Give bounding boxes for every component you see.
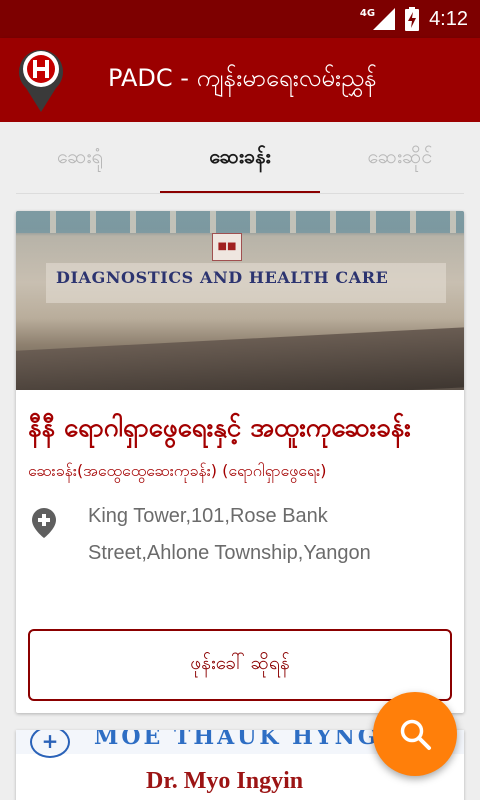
call-button[interactable]: ဖုန်းခေါ် ဆိုရန် bbox=[28, 629, 452, 701]
hospital-pin-logo-icon bbox=[18, 45, 64, 115]
clinic-card[interactable]: ■■ DIAGNOSTICS AND HEALTH CARE နီနီ ရောဂ… bbox=[16, 211, 464, 713]
app-bar: PADC - ကျန်းမာရေးလမ်းညွှန် bbox=[0, 38, 480, 122]
status-bar: 4G 4:12 bbox=[0, 0, 480, 38]
clinic-address-row: King Tower,101,Rose Bank Street,Ahlone T… bbox=[28, 498, 452, 574]
building-windows bbox=[16, 211, 464, 233]
clinic-photo-sign: DIAGNOSTICS AND HEALTH CARE bbox=[56, 268, 389, 287]
clinic-photo: ■■ DIAGNOSTICS AND HEALTH CARE bbox=[16, 211, 464, 390]
category-tabs: ဆေးရုံ ဆေးခန်း ဆေးဆိုင် bbox=[0, 122, 480, 194]
battery-charging-icon bbox=[405, 7, 420, 31]
clinic-category: ဆေးခန်း(အထွေထွေဆေးကုခန်း) (ရောဂါရှာဖွေရေ… bbox=[28, 461, 327, 480]
clinic-photo-banner: MOE THAUK HYNG bbox=[94, 730, 380, 750]
clinic-address: King Tower,101,Rose Bank Street,Ahlone T… bbox=[88, 505, 371, 564]
clock: 4:12 bbox=[429, 7, 468, 30]
clinic-photo-doctor-name: Dr. Myo Ingyin bbox=[146, 768, 304, 794]
search-icon bbox=[400, 719, 431, 750]
network-type-label: 4G bbox=[359, 7, 376, 19]
tab-pharmacy[interactable]: ဆေးဆိုင် bbox=[320, 122, 480, 194]
signal-icon bbox=[373, 8, 396, 30]
tabs-divider bbox=[16, 193, 464, 194]
app-title: PADC - ကျန်းမာရေးလမ်းညွှန် bbox=[108, 64, 377, 92]
clinic-emblem: ■■ bbox=[212, 233, 242, 261]
building-canopy bbox=[16, 326, 464, 390]
location-pin-icon bbox=[32, 508, 56, 538]
tab-hospital[interactable]: ဆေးရုံ bbox=[0, 122, 160, 194]
search-button[interactable] bbox=[373, 692, 457, 776]
tab-clinic[interactable]: ဆေးခန်း bbox=[160, 122, 320, 194]
clinic-name: နီနီ ရောဂါရှာဖွေရေးနှင့် အထူးကုဆေးခန်း bbox=[28, 413, 411, 443]
